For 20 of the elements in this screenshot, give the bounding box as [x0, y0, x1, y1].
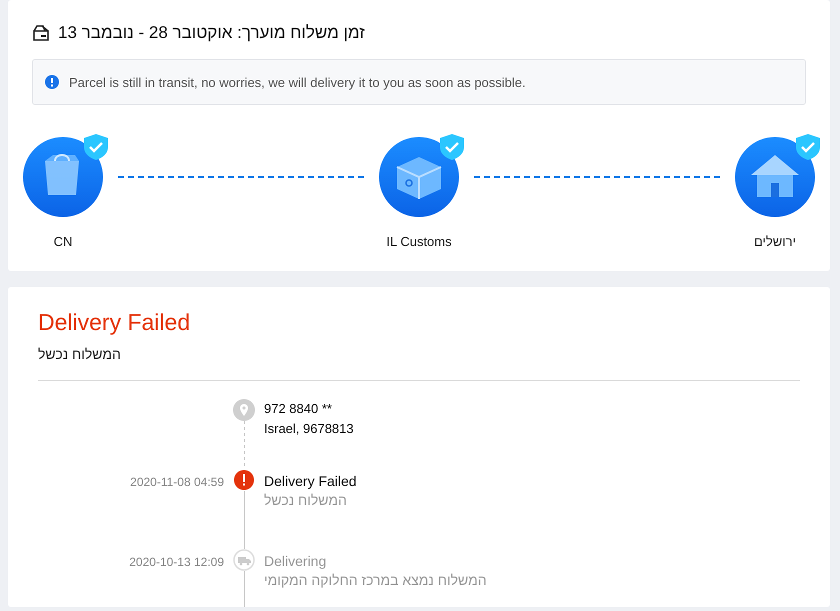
truck-icon — [233, 549, 255, 571]
address-line: 972 8840 ** — [264, 400, 333, 418]
event-time: 2020-10-13 12:09 — [129, 555, 224, 569]
route-node-label: CN — [54, 234, 72, 249]
event-title: Delivery Failed — [264, 472, 358, 490]
route-node-label: IL Customs — [386, 234, 452, 249]
status-title: Delivery Failed — [38, 309, 192, 336]
delivery-box-icon — [32, 25, 50, 41]
notice-text: Parcel is still in transit, no worries, we will delivery it to you as soon as possible. — [69, 74, 526, 90]
route-node-label: ירושלים — [754, 234, 796, 249]
event-title: Delivering — [264, 552, 328, 570]
location-pin-icon — [233, 399, 255, 421]
address-line: Israel, 9678813 — [264, 420, 355, 438]
info-icon — [45, 75, 59, 89]
status-subtitle: המשלוח נכשל — [38, 346, 122, 362]
event-detail: המשלוח נמצא במרכז החלוקה המקומי — [264, 571, 488, 590]
event-detail: המשלוח נכשל — [264, 491, 348, 510]
event-time: 2020-11-08 04:59 — [130, 475, 224, 489]
estimated-delivery-text: זמן משלוח מוערך: אוקטובר 28 - נובמבר 13 — [58, 23, 365, 43]
error-icon — [233, 469, 255, 491]
